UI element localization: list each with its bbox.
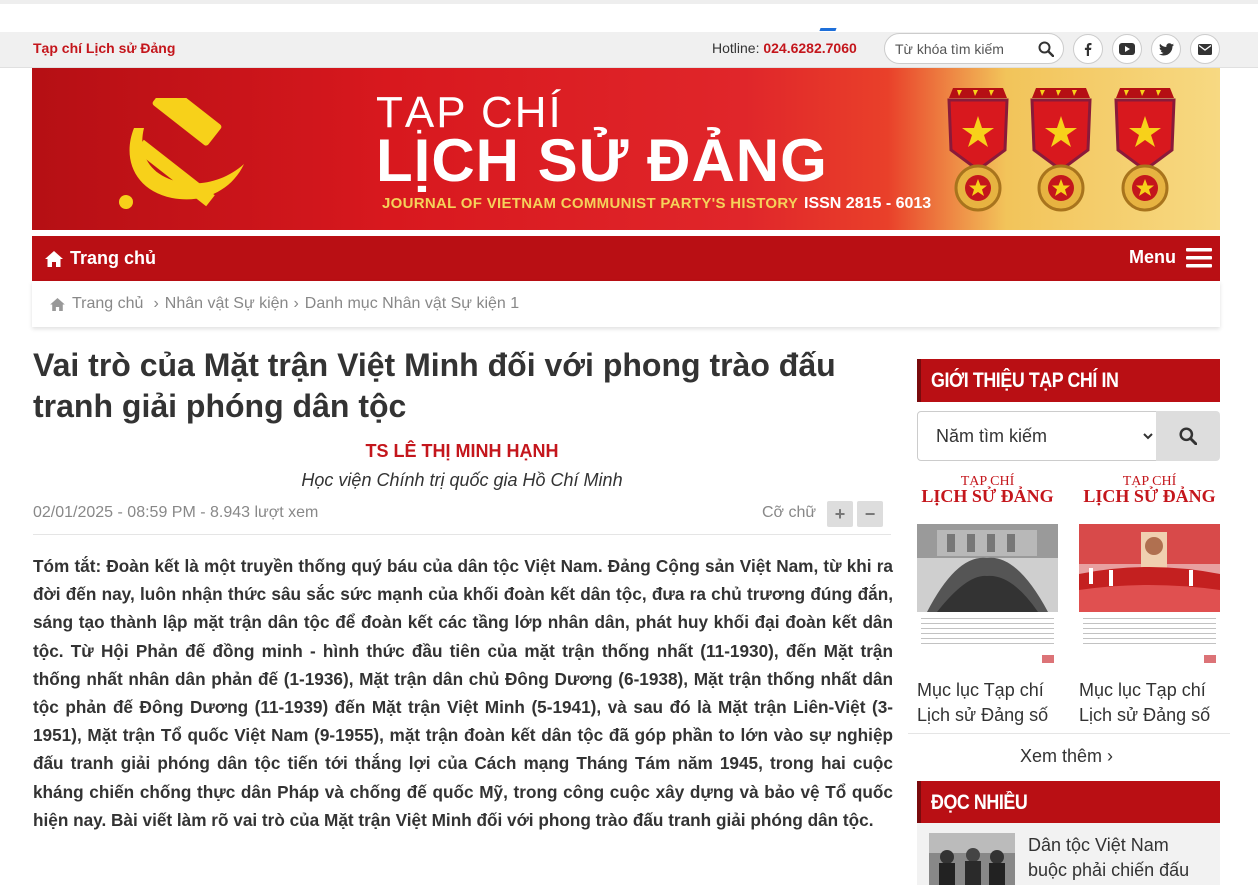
divider — [908, 733, 1230, 734]
breadcrumb: Trang chủ › Nhân vật Sự kiện › Danh mục … — [32, 281, 1220, 327]
cover-photo — [1079, 524, 1220, 612]
cover-title-big: LỊCH SỬ ĐẢNG — [921, 486, 1054, 506]
cover-text-lines — [1083, 618, 1216, 648]
search-input[interactable] — [895, 39, 1035, 59]
hotline: Hotline: 024.6282.7060 — [712, 40, 857, 56]
home-icon — [45, 250, 63, 267]
font-increase-button[interactable]: + — [827, 501, 853, 527]
article-title: Vai trò của Mặt trận Việt Minh đối với p… — [33, 347, 836, 424]
chevron-right-icon: › — [1107, 746, 1114, 766]
hamburger-icon — [1186, 247, 1212, 267]
most-read-title: Dân tộc Việt Nam buộc phải chiến đấu — [1028, 835, 1190, 880]
facebook-icon[interactable] — [1073, 34, 1103, 64]
cover-title-big: LỊCH SỬ ĐẢNG — [1083, 486, 1216, 506]
cover-footer-mark — [1042, 655, 1054, 663]
top-strip — [0, 0, 1258, 32]
author-affiliation: Học viện Chính trị quốc gia Hồ Chí Minh — [301, 470, 623, 490]
sidebar-header-label: GIỚI THIỆU TẠP CHÍ IN — [931, 369, 1119, 392]
article-meta: 02/01/2025 - 08:59 PM - 8.943 lượt xem — [33, 504, 319, 521]
breadcrumb-item-subcategory[interactable]: Danh mục Nhân vật Sự kiện 1 — [305, 295, 519, 313]
magazine-caption[interactable]: Mục lục Tạp chí Lịch sử Đảng số — [917, 678, 1062, 728]
cover-photo — [917, 524, 1058, 612]
article-author: TS LÊ THỊ MINH HẠNH — [365, 441, 559, 461]
article-summary: Tóm tắt: Đoàn kết là một truyền thống qu… — [33, 556, 893, 830]
magazine-cover[interactable]: TẠP CHÍ LỊCH SỬ ĐẢNG — [917, 472, 1058, 667]
year-select[interactable]: Năm tìm kiếm — [917, 411, 1157, 461]
breadcrumb-item-home[interactable]: Trang chủ — [72, 295, 143, 313]
email-icon[interactable] — [1190, 34, 1220, 64]
search-icon — [1179, 427, 1197, 445]
hotline-number[interactable]: 024.6282.7060 — [763, 40, 856, 56]
year-search-button[interactable] — [1156, 411, 1220, 461]
medal-icon — [947, 88, 1009, 212]
sidebar-header-label: ĐỌC NHIỀU — [931, 791, 1028, 814]
search-icon[interactable] — [1038, 41, 1054, 57]
banner-title-big: LỊCH SỬ ĐẢNG — [376, 127, 828, 194]
nav-home-link[interactable]: Trang chủ — [45, 248, 156, 269]
home-icon — [50, 297, 65, 311]
banner-subtitle: JOURNAL OF VIETNAM COMMUNIST PARTY'S HIS… — [382, 195, 799, 212]
sidebar-header-most-read: ĐỌC NHIỀU — [917, 781, 1220, 824]
medal-icon — [1114, 88, 1176, 212]
menu-button[interactable]: Menu — [1129, 247, 1212, 268]
twitter-icon[interactable] — [1151, 34, 1181, 64]
youtube-icon[interactable] — [1112, 34, 1142, 64]
banner-issn: ISSN 2815 - 6013 — [804, 195, 932, 212]
most-read-item[interactable]: Dân tộc Việt Nam buộc phải chiến đấu — [917, 823, 1220, 885]
cover-text-lines — [921, 618, 1054, 648]
magazine-caption[interactable]: Mục lục Tạp chí Lịch sử Đảng số — [1079, 678, 1224, 728]
site-name-link[interactable]: Tạp chí Lịch sử Đảng — [33, 40, 175, 56]
divider — [33, 534, 891, 535]
masthead-banner[interactable]: TẠP CHÍ LỊCH SỬ ĐẢNG JOURNAL OF VIETNAM … — [32, 68, 1220, 230]
top-bar: Tạp chí Lịch sử Đảng Hotline: 024.6282.7… — [0, 32, 1258, 68]
see-more-label: Xem thêm — [1020, 746, 1103, 766]
font-decrease-button[interactable]: − — [857, 501, 883, 527]
hammer-sickle-logo — [119, 98, 244, 209]
cover-footer-mark — [1204, 655, 1216, 663]
chevron-right-icon: › — [153, 295, 159, 312]
main-nav: Trang chủ Menu — [32, 236, 1220, 281]
search-box — [884, 33, 1064, 64]
sidebar-header-print-magazine: GIỚI THIỆU TẠP CHÍ IN — [917, 359, 1220, 402]
nav-home-label: Trang chủ — [70, 248, 157, 268]
breadcrumb-item-category[interactable]: Nhân vật Sự kiện — [165, 295, 289, 313]
loading-indicator — [819, 28, 837, 31]
magazine-cover[interactable]: TẠP CHÍ LỊCH SỬ ĐẢNG — [1079, 472, 1220, 667]
top-shadow — [0, 0, 1258, 4]
most-read-thumbnail — [929, 833, 1015, 885]
see-more-link[interactable]: Xem thêm › — [1020, 746, 1113, 767]
hotline-label: Hotline: — [712, 40, 764, 56]
medal-icon — [1030, 88, 1092, 212]
chevron-right-icon: › — [293, 295, 299, 312]
menu-label: Menu — [1129, 247, 1176, 267]
font-size-label: Cỡ chữ — [762, 504, 817, 521]
